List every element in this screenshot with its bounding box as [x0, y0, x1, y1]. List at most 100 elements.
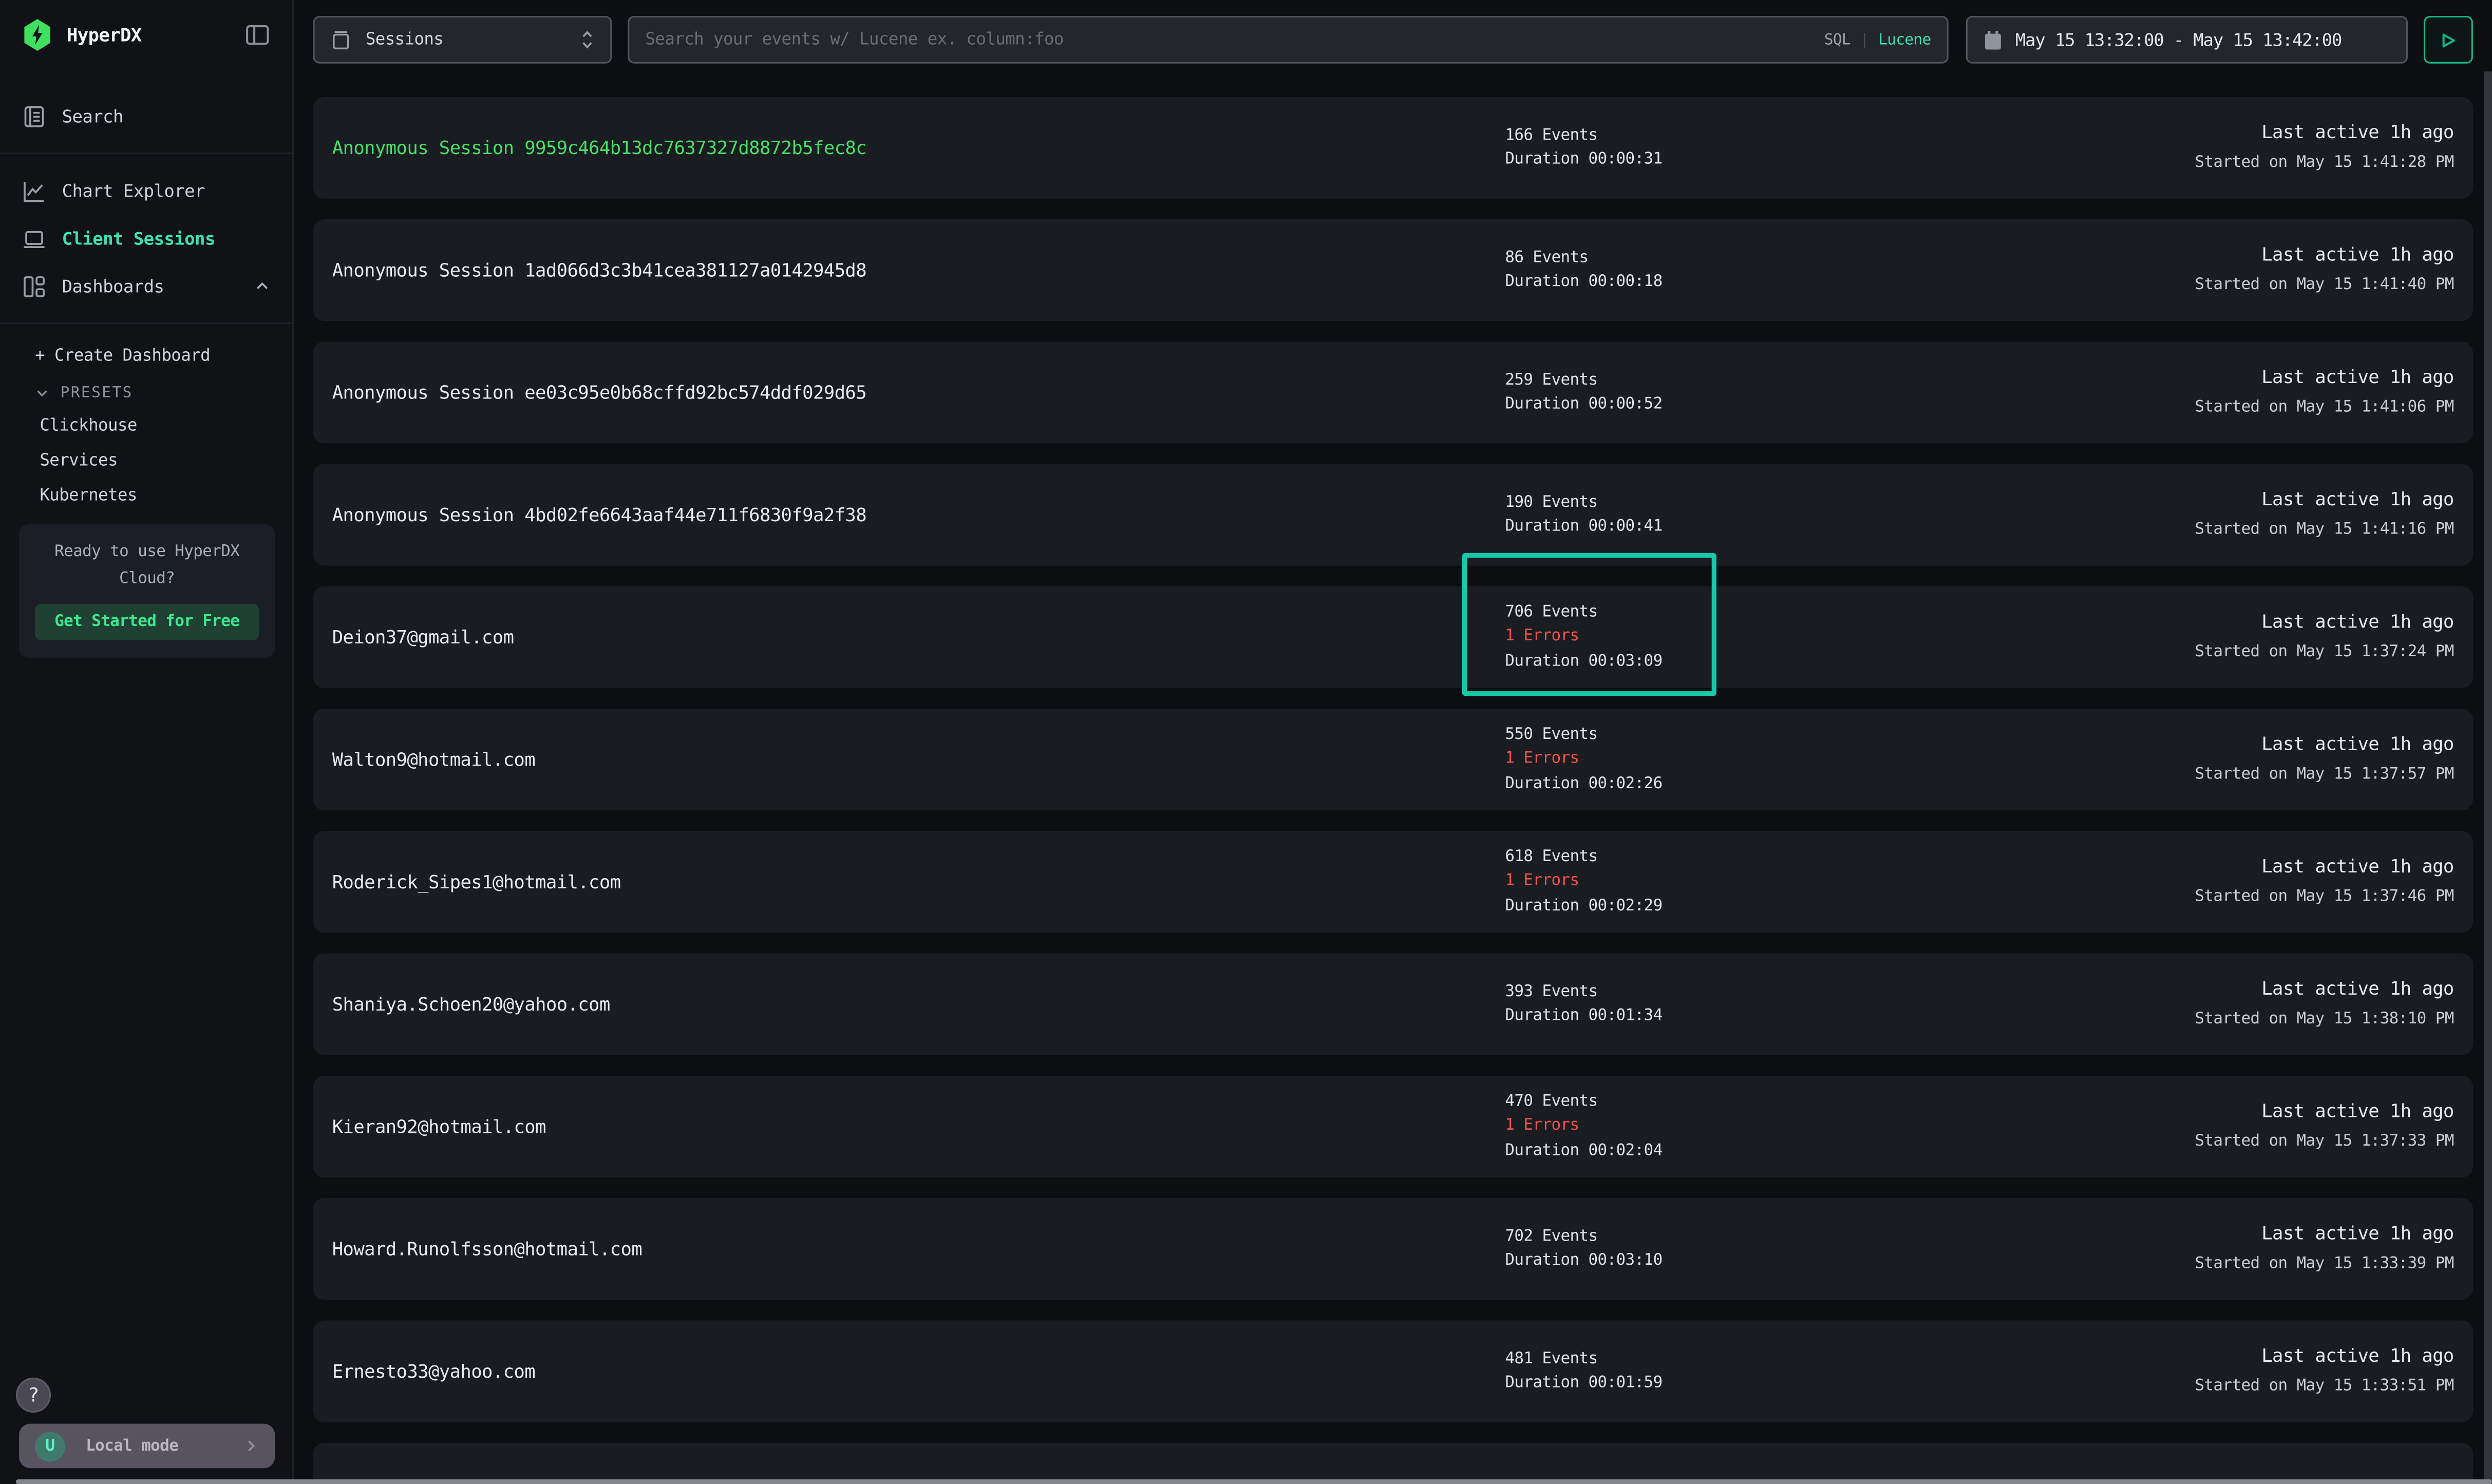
session-stats: 481 Events Duration 00:01:59 [1505, 1347, 2141, 1396]
sidebar-item-search[interactable]: Search [0, 92, 292, 140]
session-started: Started on May 15 1:41:28 PM [2141, 148, 2454, 178]
session-row[interactable]: Deion37@gmail.com 706 Events 1 Errors Du… [313, 586, 2473, 688]
session-events: 706 Events [1505, 600, 2141, 625]
session-row[interactable]: Shaniya.Schoen20@yahoo.com 393 Events Du… [313, 954, 2473, 1055]
session-last-active: Last active 1h ago [2141, 1096, 2454, 1127]
app-title: HyperDX [67, 24, 245, 46]
session-row[interactable]: Roderick_Sipes1@hotmail.com 618 Events 1… [313, 831, 2473, 933]
session-last-active: Last active 1h ago [2141, 485, 2454, 515]
cloud-promo-text: Ready to use HyperDX [19, 540, 275, 566]
session-duration: Duration 00:00:52 [1505, 392, 2141, 417]
sidebar-item-label: Chart Explorer [62, 180, 205, 201]
sidebar-item-label: Dashboards [62, 276, 164, 296]
session-duration: Duration 00:02:29 [1505, 894, 2141, 919]
sidebar-item-client-sessions[interactable]: Client Sessions [0, 215, 292, 262]
preset-kubernetes[interactable]: Kubernetes [0, 478, 292, 513]
session-row[interactable]: Anonymous Session 9959c464b13dc7637327d8… [313, 97, 2473, 199]
chevron-down-icon [35, 386, 49, 401]
session-events: 86 Events [1505, 245, 2141, 270]
session-duration: Duration 00:00:41 [1505, 515, 2141, 540]
cloud-promo-card: Ready to use HyperDX Cloud? Get Started … [19, 524, 275, 658]
app-window: HyperDX Search Chart Explorer [0, 0, 2492, 1484]
sidebar-collapse-icon[interactable] [245, 22, 271, 48]
session-events: 259 Events [1505, 368, 2141, 392]
session-errors: 1 Errors [1505, 625, 2141, 650]
session-events: 166 Events [1505, 123, 2141, 148]
session-stats: 259 Events Duration 00:00:52 [1505, 368, 2141, 417]
session-row[interactable]: Howard.Runolfsson@hotmail.com 702 Events… [313, 1198, 2473, 1300]
database-icon [331, 29, 351, 50]
source-select[interactable]: Sessions [313, 16, 612, 64]
preset-services[interactable]: Services [0, 443, 292, 478]
session-events: 702 Events [1505, 1224, 2141, 1249]
session-stats: 166 Events Duration 00:00:31 [1505, 123, 2141, 173]
session-stats: 190 Events Duration 00:00:41 [1505, 490, 2141, 540]
session-duration: Duration 00:02:26 [1505, 772, 2141, 796]
run-query-button[interactable] [2424, 16, 2473, 64]
session-started: Started on May 15 1:33:39 PM [2141, 1249, 2454, 1279]
sidebar-item-label: Client Sessions [62, 228, 215, 249]
session-row[interactable]: Kieran92@hotmail.com 470 Events 1 Errors… [313, 1076, 2473, 1177]
hyperdx-logo-icon [22, 19, 52, 51]
date-range-picker[interactable]: May 15 13:32:00 - May 15 13:42:00 [1966, 16, 2408, 64]
session-stats: 86 Events Duration 00:00:18 [1505, 245, 2141, 295]
session-started: Started on May 15 1:41:40 PM [2141, 270, 2454, 300]
session-title: Roderick_Sipes1@hotmail.com [313, 871, 1505, 893]
session-stats: 470 Events 1 Errors Duration 00:02:04 [1505, 1090, 2141, 1164]
calendar-icon [1984, 29, 2003, 50]
journal-icon [22, 104, 46, 128]
date-range-value: May 15 13:32:00 - May 15 13:42:00 [2015, 29, 2342, 50]
session-row[interactable]: Pearl43@hotmail.com 554 Events Last acti… [313, 1443, 2473, 1484]
mode-divider: | [1860, 31, 1869, 48]
get-started-button[interactable]: Get Started for Free [35, 604, 259, 640]
session-times: Last active 1h ago Started on May 15 1:3… [2141, 974, 2473, 1035]
session-row[interactable]: Anonymous Session 1ad066d3c3b41cea381127… [313, 219, 2473, 321]
session-times: Last active 1h ago Started on May 15 1:3… [2141, 852, 2473, 912]
session-duration: Duration 00:03:10 [1505, 1249, 2141, 1273]
session-title: Anonymous Session 4bd02fe6643aaf44e711f6… [313, 504, 1505, 526]
session-title: Walton9@hotmail.com [313, 748, 1505, 770]
laptop-icon [22, 226, 46, 250]
session-title: Ernesto33@yahoo.com [313, 1360, 1505, 1382]
session-title: Kieran92@hotmail.com [313, 1115, 1505, 1137]
lucene-mode-toggle[interactable]: Lucene [1878, 31, 1931, 48]
session-row[interactable]: Ernesto33@yahoo.com 481 Events Duration … [313, 1320, 2473, 1422]
session-events: 190 Events [1505, 490, 2141, 515]
session-times: Last active 1h ago Started on May 15 1:3… [2141, 1341, 2473, 1402]
search-placeholder: Search your events w/ Lucene ex. column:… [645, 30, 1824, 49]
session-events: 618 Events [1505, 845, 2141, 869]
session-duration: Duration 00:00:31 [1505, 148, 2141, 173]
create-dashboard-button[interactable]: + Create Dashboard [0, 337, 292, 372]
sidebar-item-chart-explorer[interactable]: Chart Explorer [0, 167, 292, 215]
session-last-active: Last active 1h ago [2141, 240, 2454, 270]
session-events: 470 Events [1505, 1090, 2141, 1114]
session-times: Last active 1h ago Started on May 15 1:3… [2141, 1096, 2473, 1157]
vertical-scrollbar[interactable] [2484, 71, 2492, 1484]
session-times: Last active 1h ago Started on May 15 1:3… [2141, 729, 2473, 790]
session-started: Started on May 15 1:37:46 PM [2141, 882, 2454, 912]
session-title: Anonymous Session 1ad066d3c3b41cea381127… [313, 259, 1505, 281]
sidebar: HyperDX Search Chart Explorer [0, 0, 294, 1484]
presets-toggle[interactable]: PRESETS [0, 372, 292, 408]
horizontal-scrollbar[interactable] [16, 1478, 2492, 1484]
session-row[interactable]: Anonymous Session 4bd02fe6643aaf44e711f6… [313, 464, 2473, 566]
session-last-active: Last active 1h ago [2141, 974, 2454, 1004]
preset-clickhouse[interactable]: Clickhouse [0, 408, 292, 443]
session-stats: 550 Events 1 Errors Duration 00:02:26 [1505, 722, 2141, 796]
sql-mode-toggle[interactable]: SQL [1824, 31, 1851, 48]
sidebar-item-dashboards[interactable]: Dashboards [0, 262, 292, 310]
session-errors: 1 Errors [1505, 1114, 2141, 1139]
session-errors: 1 Errors [1505, 747, 2141, 772]
cloud-promo-text: Cloud? [19, 566, 275, 593]
search-input[interactable]: Search your events w/ Lucene ex. column:… [628, 16, 1948, 64]
session-row[interactable]: Walton9@hotmail.com 550 Events 1 Errors … [313, 709, 2473, 810]
session-started: Started on May 15 1:38:10 PM [2141, 1004, 2454, 1035]
local-mode-menu[interactable]: U Local mode [19, 1424, 275, 1469]
session-duration: Duration 00:02:04 [1505, 1139, 2141, 1164]
sidebar-item-label: Search [62, 106, 123, 126]
session-row[interactable]: Anonymous Session ee03c95e0b68cffd92bc57… [313, 341, 2473, 443]
help-button[interactable]: ? [16, 1378, 51, 1413]
session-started: Started on May 15 1:41:16 PM [2141, 515, 2454, 545]
session-times: Last active 1h ago Started on May 15 1:4… [2141, 118, 2473, 178]
sidebar-divider [0, 322, 292, 324]
